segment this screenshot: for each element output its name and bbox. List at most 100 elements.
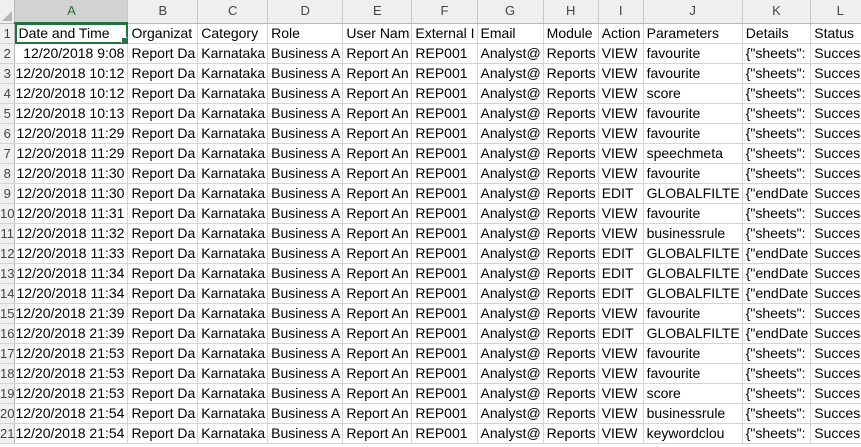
- cell-f13[interactable]: REP001: [411, 263, 478, 284]
- cell-g1[interactable]: Email: [477, 23, 544, 44]
- cell-b12[interactable]: Report Da: [127, 243, 199, 264]
- cell-a2[interactable]: 12/20/2018 9:08: [14, 43, 129, 64]
- cell-e15[interactable]: Report An: [342, 303, 413, 324]
- cell-d16[interactable]: Business A: [267, 323, 344, 344]
- cell-f18[interactable]: REP001: [411, 363, 478, 384]
- cell-b4[interactable]: Report Da: [127, 83, 199, 104]
- cell-f19[interactable]: REP001: [411, 383, 478, 404]
- cell-h16[interactable]: Reports: [543, 323, 599, 344]
- cell-i6[interactable]: VIEW: [598, 123, 644, 144]
- cell-i21[interactable]: VIEW: [598, 423, 644, 444]
- cell-k3[interactable]: {"sheets":: [742, 63, 812, 84]
- row-header[interactable]: 3: [0, 63, 16, 84]
- cell-d14[interactable]: Business A: [267, 283, 344, 304]
- select-all-corner[interactable]: [0, 0, 16, 24]
- cell-g3[interactable]: Analyst@: [477, 63, 544, 84]
- cell-e13[interactable]: Report An: [342, 263, 413, 284]
- cell-l1[interactable]: Status: [810, 23, 861, 44]
- cell-c18[interactable]: Karnataka: [197, 363, 269, 384]
- cell-k1[interactable]: Details: [742, 23, 812, 44]
- cell-g6[interactable]: Analyst@: [477, 123, 544, 144]
- cell-j17[interactable]: favourite: [643, 343, 743, 364]
- cell-j12[interactable]: GLOBALFILTE: [643, 243, 743, 264]
- cell-j9[interactable]: GLOBALFILTE: [643, 183, 743, 204]
- cell-a20[interactable]: 12/20/2018 21:54: [14, 403, 129, 424]
- cell-c9[interactable]: Karnataka: [197, 183, 269, 204]
- cell-b9[interactable]: Report Da: [127, 183, 199, 204]
- cell-l4[interactable]: Success: [810, 83, 861, 104]
- row-header[interactable]: 2: [0, 43, 16, 64]
- row-header[interactable]: 14: [0, 283, 16, 304]
- cell-d17[interactable]: Business A: [267, 343, 344, 364]
- cell-e14[interactable]: Report An: [342, 283, 413, 304]
- cell-h12[interactable]: Reports: [543, 243, 599, 264]
- cell-a9[interactable]: 12/20/2018 11:30: [14, 183, 129, 204]
- cell-b16[interactable]: Report Da: [127, 323, 199, 344]
- cell-d1[interactable]: Role: [267, 23, 344, 44]
- cell-g7[interactable]: Analyst@: [477, 143, 544, 164]
- column-header-e[interactable]: E: [342, 0, 413, 24]
- cell-h14[interactable]: Reports: [543, 283, 599, 304]
- cell-j2[interactable]: favourite: [643, 43, 743, 64]
- cell-i1[interactable]: Action: [598, 23, 644, 44]
- cell-a6[interactable]: 12/20/2018 11:29: [14, 123, 129, 144]
- cell-c8[interactable]: Karnataka: [197, 163, 269, 184]
- cell-f17[interactable]: REP001: [411, 343, 478, 364]
- cell-l8[interactable]: Success: [810, 163, 861, 184]
- cell-g17[interactable]: Analyst@: [477, 343, 544, 364]
- cell-l19[interactable]: Success: [810, 383, 861, 404]
- cell-c14[interactable]: Karnataka: [197, 283, 269, 304]
- cell-k13[interactable]: {"endDate: [742, 263, 812, 284]
- cell-d6[interactable]: Business A: [267, 123, 344, 144]
- row-header[interactable]: 8: [0, 163, 16, 184]
- cell-e18[interactable]: Report An: [342, 363, 413, 384]
- cell-a12[interactable]: 12/20/2018 11:33: [14, 243, 129, 264]
- cell-h17[interactable]: Reports: [543, 343, 599, 364]
- cell-l7[interactable]: Success: [810, 143, 861, 164]
- cell-k6[interactable]: {"sheets":: [742, 123, 812, 144]
- cell-i3[interactable]: VIEW: [598, 63, 644, 84]
- cell-j13[interactable]: GLOBALFILTE: [643, 263, 743, 284]
- cell-g14[interactable]: Analyst@: [477, 283, 544, 304]
- cell-g16[interactable]: Analyst@: [477, 323, 544, 344]
- cell-h4[interactable]: Reports: [543, 83, 599, 104]
- cell-d15[interactable]: Business A: [267, 303, 344, 324]
- column-header-g[interactable]: G: [477, 0, 544, 24]
- cell-k19[interactable]: {"sheets":: [742, 383, 812, 404]
- cell-a21[interactable]: 12/20/2018 21:54: [14, 423, 129, 444]
- row-header[interactable]: 20: [0, 403, 16, 424]
- cell-e11[interactable]: Report An: [342, 223, 413, 244]
- cell-g8[interactable]: Analyst@: [477, 163, 544, 184]
- cell-g5[interactable]: Analyst@: [477, 103, 544, 124]
- cell-a11[interactable]: 12/20/2018 11:32: [14, 223, 129, 244]
- cell-h8[interactable]: Reports: [543, 163, 599, 184]
- cell-i8[interactable]: VIEW: [598, 163, 644, 184]
- cell-g10[interactable]: Analyst@: [477, 203, 544, 224]
- row-header[interactable]: 10: [0, 203, 16, 224]
- cell-l9[interactable]: Success: [810, 183, 861, 204]
- cell-i15[interactable]: VIEW: [598, 303, 644, 324]
- cell-k7[interactable]: {"sheets":: [742, 143, 812, 164]
- cell-j15[interactable]: favourite: [643, 303, 743, 324]
- cell-h6[interactable]: Reports: [543, 123, 599, 144]
- row-header[interactable]: 6: [0, 123, 16, 144]
- row-header[interactable]: 12: [0, 243, 16, 264]
- cell-c4[interactable]: Karnataka: [197, 83, 269, 104]
- row-header[interactable]: 18: [0, 363, 16, 384]
- cell-l10[interactable]: Success: [810, 203, 861, 224]
- cell-b14[interactable]: Report Da: [127, 283, 199, 304]
- cell-l13[interactable]: Success: [810, 263, 861, 284]
- cell-a10[interactable]: 12/20/2018 11:31: [14, 203, 129, 224]
- cell-d20[interactable]: Business A: [267, 403, 344, 424]
- cell-l3[interactable]: Success: [810, 63, 861, 84]
- cell-c2[interactable]: Karnataka: [197, 43, 269, 64]
- cell-f21[interactable]: REP001: [411, 423, 478, 444]
- cell-f1[interactable]: External I: [411, 23, 478, 44]
- column-header-i[interactable]: I: [598, 0, 644, 24]
- row-header[interactable]: 21: [0, 423, 16, 444]
- cell-e6[interactable]: Report An: [342, 123, 413, 144]
- column-header-d[interactable]: D: [267, 0, 344, 24]
- cell-k14[interactable]: {"endDate: [742, 283, 812, 304]
- cell-f3[interactable]: REP001: [411, 63, 478, 84]
- cell-e10[interactable]: Report An: [342, 203, 413, 224]
